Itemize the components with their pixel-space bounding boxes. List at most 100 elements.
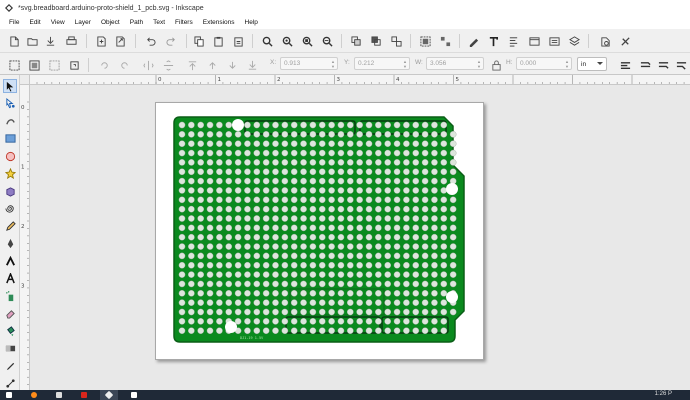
raise-icon[interactable] [204, 57, 220, 73]
fill-stroke-icon[interactable] [465, 33, 481, 49]
pencil-tool-icon[interactable] [3, 219, 17, 233]
paint-bucket-tool-icon[interactable] [3, 324, 17, 338]
pcb-board-drawing[interactable]: DJ1-19 1.5V [173, 116, 465, 343]
preferences-icon[interactable] [597, 33, 613, 49]
star-tool-icon[interactable] [3, 167, 17, 181]
gradient-tool-icon[interactable] [3, 342, 17, 356]
inkscape-icon[interactable] [100, 390, 118, 400]
drawing-canvas[interactable]: DJ1-19 1.5V [30, 85, 690, 390]
menu-extensions[interactable]: Extensions [198, 19, 240, 26]
import-icon[interactable] [42, 33, 58, 49]
start-icon[interactable] [0, 390, 18, 400]
pen-tool-icon[interactable] [3, 237, 17, 251]
menu-path[interactable]: Path [125, 19, 148, 26]
copy-icon[interactable] [191, 33, 207, 49]
pcb-pad [309, 196, 317, 204]
text-tool-icon[interactable] [3, 272, 17, 286]
spray-tool-icon[interactable] [3, 289, 17, 303]
move-gradient-icon[interactable] [655, 57, 671, 73]
redo-icon[interactable] [163, 33, 179, 49]
layers-icon[interactable] [566, 33, 582, 49]
unlink-clone-icon[interactable] [388, 33, 404, 49]
zoom-selection-icon[interactable] [259, 33, 275, 49]
lower-to-bottom-icon[interactable] [244, 57, 260, 73]
zoom-page-icon[interactable] [299, 33, 315, 49]
text-font-icon[interactable] [485, 33, 501, 49]
export-icon[interactable] [112, 33, 128, 49]
move-pattern-icon[interactable] [673, 57, 689, 73]
deselect-icon[interactable] [46, 57, 62, 73]
vertical-ruler[interactable]: 0 1 2 3 [20, 85, 30, 390]
menu-text[interactable]: Text [148, 19, 170, 26]
horizontal-ruler[interactable]: 0 1 2 3 4 5 [30, 75, 690, 85]
import-file-icon[interactable] [93, 33, 109, 49]
flip-vertical-icon[interactable] [160, 57, 176, 73]
pcb-pad [244, 196, 251, 204]
w-field[interactable]: 3.056 ▲ ▼ [426, 57, 484, 70]
zoom-width-icon[interactable] [319, 33, 335, 49]
eraser-tool-icon[interactable] [3, 307, 17, 321]
undo-icon[interactable] [142, 33, 158, 49]
pcb-pad [197, 177, 205, 185]
3d-box-tool-icon[interactable] [3, 184, 17, 198]
open-icon[interactable] [24, 33, 40, 49]
spiral-tool-icon[interactable] [3, 202, 17, 216]
pcb-pad [262, 308, 270, 316]
x-field[interactable]: 0.913 ▲ ▼ [280, 57, 338, 70]
paste-icon[interactable] [210, 33, 226, 49]
menu-file[interactable]: File [4, 19, 24, 26]
pcb-pad [253, 159, 261, 166]
duplicate-icon[interactable] [348, 33, 364, 49]
new-document-icon[interactable] [6, 33, 22, 49]
xml-editor-icon[interactable] [526, 33, 542, 49]
zoom-drawing-icon[interactable] [279, 33, 295, 49]
flash-icon[interactable] [75, 390, 93, 400]
pcb-pad [309, 233, 317, 241]
node-tool-icon[interactable] [3, 97, 17, 111]
unit-select[interactable]: in [577, 57, 607, 71]
connector-tool-icon[interactable] [3, 377, 17, 391]
tweak-tool-icon[interactable] [3, 114, 17, 128]
menu-object[interactable]: Object [96, 19, 125, 26]
clone-icon[interactable] [368, 33, 384, 49]
document-properties-icon[interactable] [617, 33, 633, 49]
raise-to-top-icon[interactable] [184, 57, 200, 73]
blank-window-icon[interactable] [125, 390, 143, 400]
rotate-90-cw-icon[interactable] [116, 57, 132, 73]
pcb-pad [449, 261, 457, 269]
scale-stroke-icon[interactable] [617, 57, 633, 73]
ungroup-icon[interactable] [437, 33, 453, 49]
rectangle-tool-icon[interactable] [3, 132, 17, 146]
h-field[interactable]: 0.000 ▲ ▼ [516, 57, 572, 70]
firefox-icon[interactable] [25, 390, 43, 400]
pcb-pad [290, 215, 298, 222]
objects-icon[interactable] [546, 33, 562, 49]
select-all-icon[interactable] [6, 57, 22, 73]
paste-in-place-icon[interactable] [230, 33, 246, 49]
print-icon[interactable] [63, 33, 79, 49]
select-all-layers-icon[interactable] [26, 57, 42, 73]
group-icon[interactable] [417, 33, 433, 49]
calligraphy-tool-icon[interactable] [3, 254, 17, 268]
rotate-ccw-icon[interactable] [66, 57, 82, 73]
align-distribute-icon[interactable] [505, 33, 521, 49]
pcb-pad [290, 131, 298, 138]
pcb-pad [440, 299, 448, 306]
lower-icon[interactable] [224, 57, 240, 73]
dropper-tool-icon[interactable] [3, 359, 17, 373]
rotate-90-ccw-icon[interactable] [96, 57, 112, 73]
terminal-icon[interactable] [50, 390, 68, 400]
menu-help[interactable]: Help [240, 19, 263, 26]
lock-icon[interactable] [488, 57, 504, 73]
menu-edit[interactable]: Edit [24, 19, 45, 26]
scale-corners-icon[interactable] [637, 57, 653, 73]
menu-layer[interactable]: Layer [70, 19, 96, 26]
pcb-pad [440, 205, 448, 213]
selector-tool-icon[interactable] [3, 79, 17, 93]
menu-view[interactable]: View [46, 19, 70, 26]
menu-filters[interactable]: Filters [170, 19, 198, 26]
pcb-pad [188, 177, 195, 185]
circle-tool-icon[interactable] [3, 149, 17, 163]
y-field[interactable]: 0.212 ▲ ▼ [354, 57, 410, 70]
flip-horizontal-icon[interactable] [140, 57, 156, 73]
